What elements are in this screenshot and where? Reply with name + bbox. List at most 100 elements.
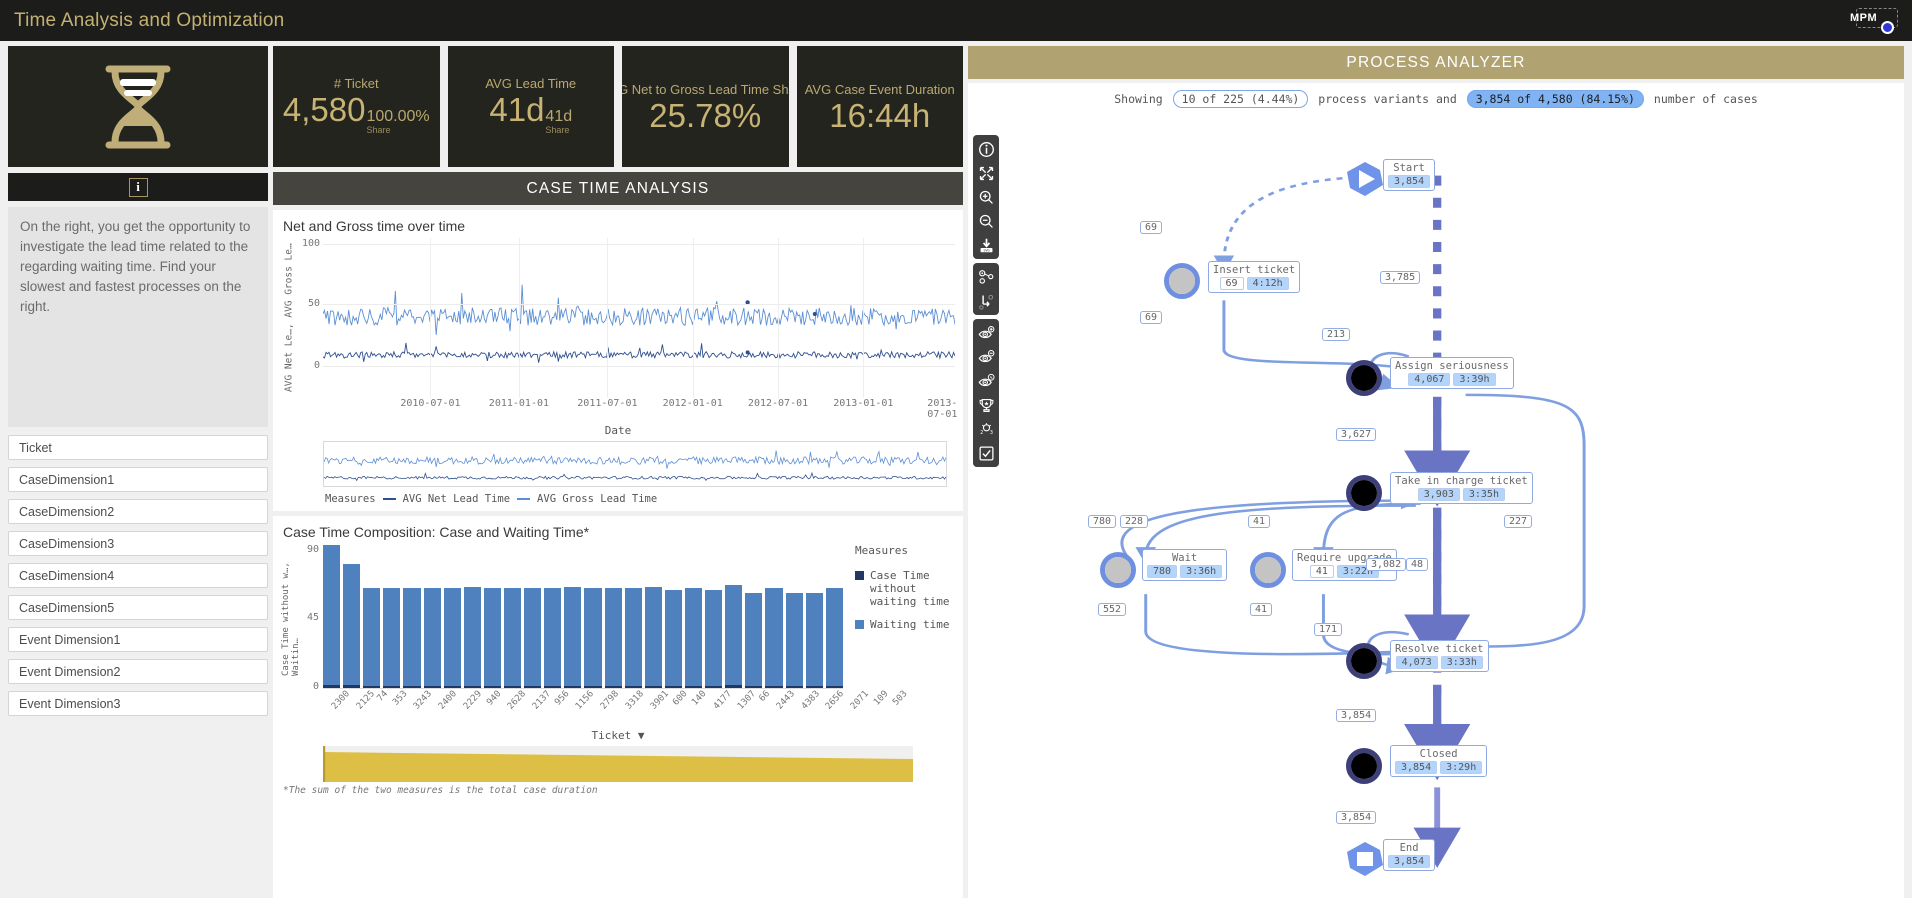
node-require-upgrade[interactable] bbox=[1250, 552, 1286, 588]
legend-item-waiting-time[interactable]: Waiting time bbox=[855, 618, 955, 631]
left-sidebar: i On the right, you get the opportunity … bbox=[0, 46, 268, 898]
dimension-item-casedimension2[interactable]: CaseDimension2 bbox=[8, 499, 268, 524]
bar-column[interactable] bbox=[705, 544, 723, 688]
bar-column[interactable] bbox=[443, 544, 461, 688]
bar-column[interactable] bbox=[423, 544, 441, 688]
start-node-icon[interactable] bbox=[1346, 161, 1384, 202]
legend-item-case-time[interactable]: Case Time without waiting time bbox=[855, 569, 955, 608]
bar-segment-waiting-time bbox=[383, 588, 401, 687]
ticket-dropdown[interactable]: Ticket ▼ bbox=[281, 729, 955, 742]
edge-badge-5[interactable]: 3,627 bbox=[1336, 428, 1377, 441]
dimension-item-eventdimension2[interactable]: Event Dimension2 bbox=[8, 659, 268, 684]
bar-column[interactable] bbox=[564, 544, 582, 688]
kpi-share-value: 100.00% bbox=[366, 108, 430, 126]
bar-column[interactable] bbox=[323, 544, 341, 688]
node-duration: 3:29h bbox=[1440, 761, 1483, 774]
edge-badge-3[interactable]: 69 bbox=[1140, 311, 1163, 324]
bar-segment-waiting-time bbox=[323, 544, 341, 685]
node-closed[interactable] bbox=[1346, 748, 1382, 784]
node-label-wait[interactable]: Wait 780 3:36h bbox=[1142, 549, 1228, 581]
chevron-down-icon: ▼ bbox=[637, 729, 645, 742]
node-wait[interactable] bbox=[1100, 552, 1136, 588]
bar-column[interactable] bbox=[584, 544, 602, 688]
bar-column[interactable] bbox=[343, 544, 361, 688]
bar-column[interactable] bbox=[503, 544, 522, 688]
bar-segment-case-time bbox=[323, 684, 341, 688]
bar-column[interactable] bbox=[524, 544, 542, 688]
bar-series-container[interactable] bbox=[323, 544, 843, 689]
node-name: Take in charge ticket bbox=[1395, 475, 1528, 487]
kpi-card-net-to-gross-share[interactable]: AVG Net to Gross Lead Time Sha… 25.78% bbox=[622, 46, 789, 167]
bar-segment-case-time bbox=[524, 686, 542, 688]
node-duration: 3:35h bbox=[1462, 488, 1505, 501]
edge-badge-13[interactable]: 41 bbox=[1250, 603, 1273, 616]
bar-column[interactable] bbox=[483, 544, 501, 688]
bar-column[interactable] bbox=[725, 544, 743, 688]
bar-column[interactable] bbox=[383, 544, 401, 688]
edge-badge-7[interactable]: 780 bbox=[1088, 515, 1117, 528]
bar-column[interactable] bbox=[644, 544, 662, 688]
edge-badge-6[interactable]: 227 bbox=[1504, 515, 1533, 528]
kpi-card-avg-case-event-duration[interactable]: AVG Case Event Duration 16:44h bbox=[796, 46, 963, 167]
bar-column[interactable] bbox=[825, 544, 843, 688]
bar-segment-waiting-time bbox=[805, 592, 823, 687]
process-diagram[interactable]: Start 3,854 Insert ticket 69 4:12h Assig… bbox=[968, 83, 1904, 898]
kpi-share-label: Share bbox=[545, 125, 570, 136]
line-chart-minimap[interactable] bbox=[323, 441, 947, 487]
node-label-take-in-charge-ticket[interactable]: Take in charge ticket 3,903 3:35h bbox=[1390, 472, 1533, 504]
kpi-title: AVG Lead Time bbox=[485, 76, 577, 92]
node-label-end[interactable]: End 3,854 bbox=[1383, 839, 1436, 871]
bar-column[interactable] bbox=[664, 544, 682, 688]
bar-column[interactable] bbox=[785, 544, 803, 688]
bar-segment-case-time bbox=[363, 686, 381, 688]
node-label-insert-ticket[interactable]: Insert ticket 69 4:12h bbox=[1208, 261, 1301, 293]
node-insert-ticket[interactable] bbox=[1164, 263, 1200, 299]
kpi-card-avg-lead-time[interactable]: AVG Lead Time 41d 41d Share bbox=[447, 46, 614, 167]
kpi-card-ticket-count[interactable]: # Ticket 4,580 100.00% Share bbox=[273, 46, 440, 167]
edge-badge-12[interactable]: 552 bbox=[1098, 603, 1127, 616]
node-label-assign-seriousness[interactable]: Assign seriousness 4,067 3:39h bbox=[1390, 357, 1514, 389]
bar-column[interactable] bbox=[765, 544, 783, 688]
bar-column[interactable] bbox=[463, 544, 481, 688]
edge-badge-9[interactable]: 41 bbox=[1248, 515, 1271, 528]
node-assign-seriousness[interactable] bbox=[1346, 360, 1382, 396]
edge-badge-16[interactable]: 3,854 bbox=[1336, 811, 1377, 824]
edge-badge-1[interactable]: 69 bbox=[1140, 221, 1163, 234]
edge-badge-8[interactable]: 228 bbox=[1120, 515, 1149, 528]
bar-segment-waiting-time bbox=[403, 588, 421, 687]
bar-column[interactable] bbox=[684, 544, 703, 688]
bar-column[interactable] bbox=[363, 544, 381, 688]
node-name: Wait bbox=[1171, 552, 1198, 564]
dimension-label: Ticket bbox=[19, 440, 52, 455]
node-label-closed[interactable]: Closed 3,854 3:29h bbox=[1390, 745, 1488, 777]
edge-badge-10[interactable]: 3,082 bbox=[1366, 558, 1407, 571]
dimension-item-casedimension3[interactable]: CaseDimension3 bbox=[8, 531, 268, 556]
dimension-item-eventdimension3[interactable]: Event Dimension3 bbox=[8, 691, 268, 716]
bar-column[interactable] bbox=[403, 544, 421, 688]
node-take-in-charge-ticket[interactable] bbox=[1346, 475, 1382, 511]
bar-column[interactable] bbox=[604, 544, 622, 688]
legend-swatch-net-lead-time bbox=[382, 497, 396, 501]
bar-chart-overview-strip[interactable] bbox=[323, 746, 913, 782]
edge-badge-14[interactable]: 171 bbox=[1314, 623, 1343, 636]
kpi-row: # Ticket 4,580 100.00% Share AVG Lead Ti… bbox=[273, 46, 963, 167]
edge-badge-11[interactable]: 48 bbox=[1406, 558, 1429, 571]
dimension-item-casedimension4[interactable]: CaseDimension4 bbox=[8, 563, 268, 588]
edge-badge-4[interactable]: 213 bbox=[1322, 328, 1351, 341]
bar-column[interactable] bbox=[544, 544, 562, 688]
node-label-start[interactable]: Start 3,854 bbox=[1383, 159, 1436, 191]
dimension-item-casedimension5[interactable]: CaseDimension5 bbox=[8, 595, 268, 620]
edge-badge-2[interactable]: 3,785 bbox=[1380, 271, 1421, 284]
edge-badge-15[interactable]: 3,854 bbox=[1336, 709, 1377, 722]
dimension-item-casedimension1[interactable]: CaseDimension1 bbox=[8, 467, 268, 492]
dimension-item-eventdimension1[interactable]: Event Dimension1 bbox=[8, 627, 268, 652]
bar-column[interactable] bbox=[624, 544, 642, 688]
node-resolve-ticket[interactable] bbox=[1346, 643, 1382, 679]
dimension-item-ticket[interactable]: Ticket bbox=[8, 435, 268, 460]
node-label-resolve-ticket[interactable]: Resolve ticket 4,073 3:33h bbox=[1390, 640, 1489, 672]
end-node-icon[interactable] bbox=[1346, 841, 1384, 882]
center-column: # Ticket 4,580 100.00% Share AVG Lead Ti… bbox=[273, 46, 963, 898]
bar-column[interactable] bbox=[805, 544, 823, 688]
line-chart-plot[interactable] bbox=[322, 238, 956, 398]
bar-column[interactable] bbox=[745, 544, 763, 688]
